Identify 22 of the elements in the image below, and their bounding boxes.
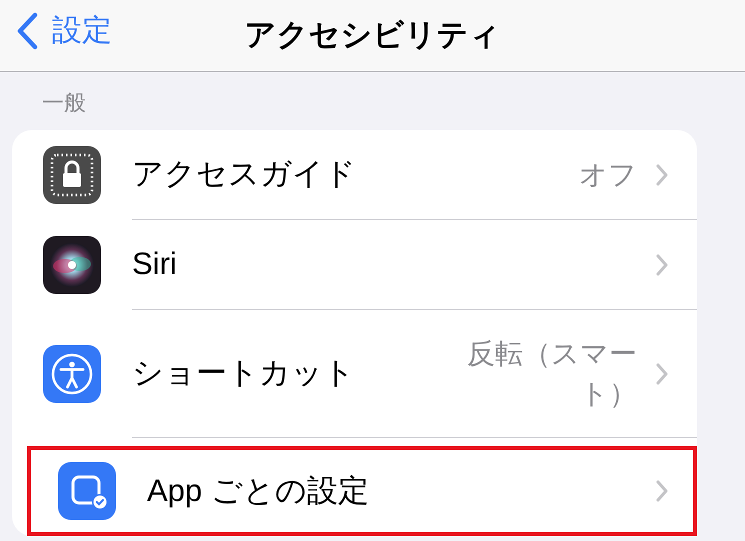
back-button[interactable]: 設定 — [16, 8, 112, 53]
row-value: オフ — [579, 158, 637, 192]
chevron-icon — [655, 479, 669, 503]
row-label: App ごとの設定 — [147, 472, 370, 510]
settings-row[interactable]: App ごとの設定 — [27, 446, 697, 536]
app-settings-icon — [58, 462, 116, 520]
row-value: 反転（スマート） — [466, 336, 637, 410]
orb-icon — [43, 236, 101, 294]
settings-row[interactable]: アクセスガイド オフ — [12, 130, 697, 220]
chevron-icon — [655, 252, 669, 276]
lock-icon — [43, 146, 101, 204]
page-title: アクセシビリティ — [244, 16, 500, 54]
chevron-icon — [655, 162, 669, 186]
row-label: アクセスガイド — [132, 155, 357, 194]
section-header: 一般 — [42, 89, 87, 117]
settings-row[interactable]: Siri — [12, 220, 697, 310]
row-label: ショートカット — [132, 354, 356, 392]
back-chevron-icon — [16, 12, 38, 50]
row-label: Siri — [132, 245, 178, 284]
accessibility-icon — [43, 345, 101, 403]
settings-row[interactable]: ショートカット 反転（スマート） — [12, 310, 697, 438]
chevron-icon — [655, 362, 669, 386]
